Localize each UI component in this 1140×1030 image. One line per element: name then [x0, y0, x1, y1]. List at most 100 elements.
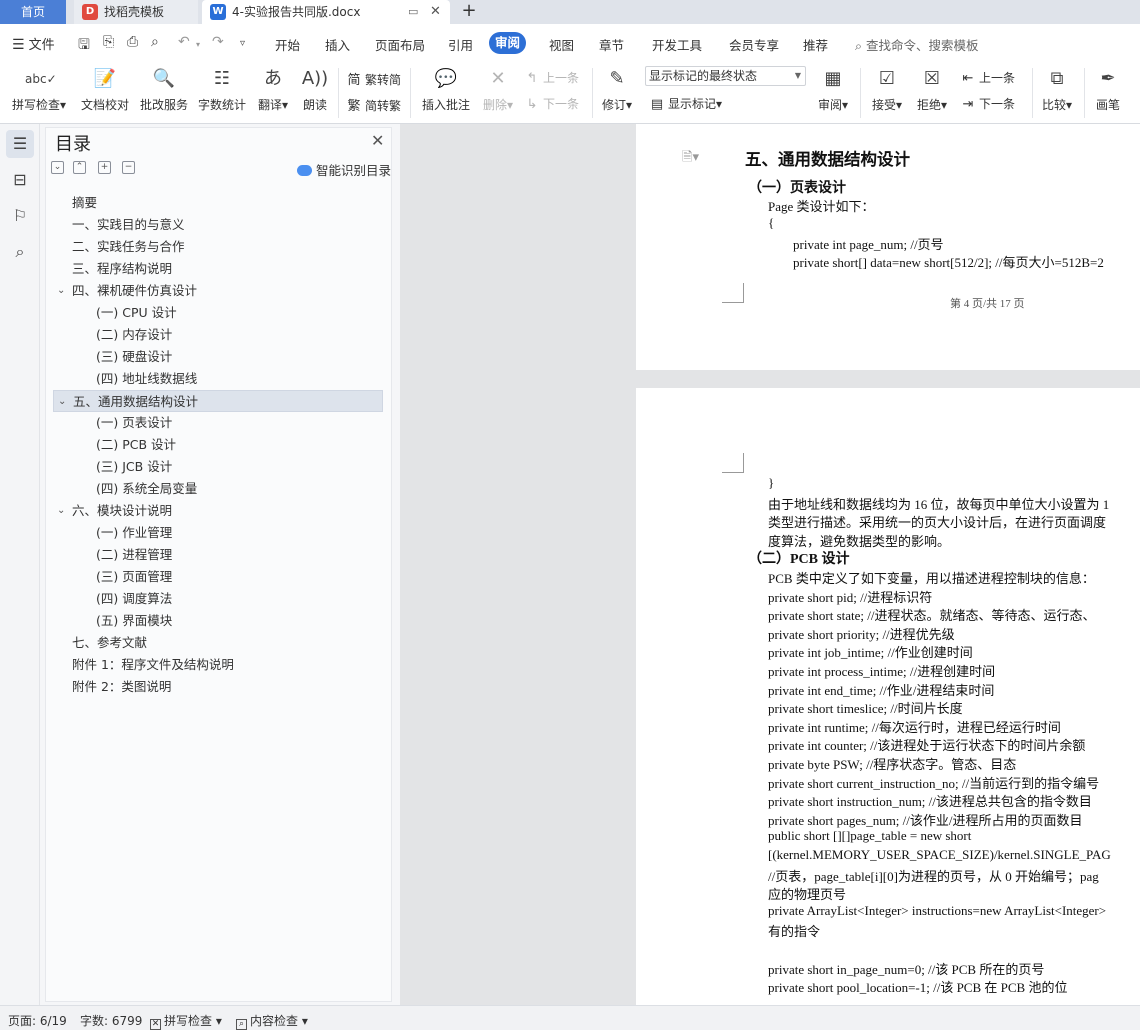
toc-item[interactable]: (三) JCB 设计	[53, 456, 383, 478]
toc-item[interactable]: (一) 作业管理	[53, 522, 383, 544]
collapse-all-icon[interactable]: ⌄	[51, 161, 64, 174]
undo-dropdown-icon[interactable]: ▾	[196, 40, 200, 49]
reject-button[interactable]: ☒ 拒绝▾	[913, 66, 951, 113]
status-content-check[interactable]: ⌕ 内容检查 ▾	[236, 1012, 308, 1030]
menu-tab-view[interactable]: 视图	[549, 35, 574, 54]
toc-item[interactable]: (四) 系统全局变量	[53, 478, 383, 500]
ribbon-separator	[338, 68, 339, 118]
doc-line: private short[] data=new short[512/2]; /…	[793, 255, 1104, 270]
menu-tab-insert[interactable]: 插入	[325, 35, 350, 54]
next-comment-button[interactable]: ↳ 下一条	[524, 95, 579, 112]
quick-access-dropdown-icon[interactable]: ▿	[240, 38, 245, 49]
tab-home[interactable]: 首页	[0, 0, 66, 24]
trad-to-simp-label: 繁转简	[365, 73, 402, 87]
spell-check-label: 拼写检查	[11, 98, 60, 112]
toc-item[interactable]: (二) 内存设计	[53, 324, 383, 346]
word-count-indicator[interactable]: 字数: 6799	[80, 1012, 142, 1029]
add-heading-icon[interactable]: +	[98, 161, 111, 174]
toc-item[interactable]: 三、程序结构说明	[53, 258, 383, 280]
menu-tab-section[interactable]: 章节	[599, 35, 624, 54]
prev-change-button[interactable]: ⇤ 上一条	[960, 69, 1015, 86]
review-pane-button[interactable]: ▦ 审阅▾	[814, 66, 852, 113]
smart-toc-button[interactable]: 智能识别目录	[297, 160, 391, 179]
toc-item[interactable]: ⌄ 六、模块设计说明	[53, 500, 383, 522]
read-aloud-button[interactable]: A)) 朗读	[298, 66, 332, 113]
accept-button[interactable]: ☑ 接受▾	[868, 66, 906, 113]
toc-item[interactable]: (四) 调度算法	[53, 588, 383, 610]
toc-item[interactable]: 摘要	[53, 192, 383, 214]
pen-button[interactable]: ✒ 画笔	[1092, 66, 1124, 113]
doc-line: private short pages_num; //该作业/进程所占用的页面数…	[768, 813, 1083, 828]
search-icon[interactable]: ⌕	[6, 238, 34, 266]
toc-panel-icon[interactable]: ☰	[6, 130, 34, 158]
spell-check-button[interactable]: abc✓ 拼写检查▾	[8, 66, 70, 113]
toc-item[interactable]: 附件 2：类图说明	[53, 676, 383, 698]
compare-button[interactable]: ⧉ 比较▾	[1038, 66, 1076, 113]
menu-tab-review[interactable]: 审阅	[489, 32, 527, 54]
menu-tab-member[interactable]: 会员专享	[729, 35, 779, 54]
toc-item[interactable]: (二) PCB 设计	[53, 434, 383, 456]
toc-item[interactable]: 附件 1：程序文件及结构说明	[53, 654, 383, 676]
toc-list: 摘要 一、实践目的与意义 二、实践任务与合作 三、程序结构说明 ⌄ 四、裸机硬件仿真设计 (…	[53, 192, 383, 698]
doc-line: [(kernel.MEMORY_USER_SPACE_SIZE)/kernel.…	[768, 847, 1111, 862]
menu-tab-start[interactable]: 开始	[275, 35, 300, 54]
tab-window-icon[interactable]: ▭	[408, 0, 418, 24]
toc-item[interactable]: 一、实践目的与意义	[53, 214, 383, 236]
chevron-down-icon[interactable]: ⌄	[57, 500, 65, 522]
menu-tab-recommend[interactable]: 推荐	[803, 35, 828, 54]
toc-item[interactable]: ⌄ 四、裸机硬件仿真设计	[53, 280, 383, 302]
expand-up-icon[interactable]: ⌃	[73, 161, 86, 174]
undo-icon[interactable]: ↶	[178, 34, 190, 50]
toc-item[interactable]: 七、参考文献	[53, 632, 383, 654]
simp-to-trad-button[interactable]: 繁简转繁	[346, 95, 401, 114]
toc-item[interactable]: (三) 页面管理	[53, 566, 383, 588]
menu-tab-references[interactable]: 引用	[448, 35, 473, 54]
toc-item[interactable]: (一) CPU 设计	[53, 302, 383, 324]
status-spell-check[interactable]: ✕ 拼写检查 ▾	[150, 1012, 222, 1030]
insert-comment-button[interactable]: 💬 插入批注	[418, 66, 474, 113]
tab-bar: 首页 D 找稻壳模板 W 4-实验报告共同版.docx ▭ ✕ +	[0, 0, 1140, 24]
translate-button[interactable]: あ 翻译▾	[253, 66, 293, 113]
tab-close-icon[interactable]: ✕	[430, 0, 441, 24]
comment-delete-icon: ✕	[490, 68, 506, 89]
chapter-nav-icon[interactable]: ⊟	[6, 166, 34, 194]
markup-mode-select[interactable]: 显示标记的最终状态 ▼	[645, 66, 806, 86]
trad-to-simp-button[interactable]: 简繁转简	[346, 69, 401, 88]
paragraph-menu-icon[interactable]: 🗎▾	[682, 148, 699, 170]
doc-proofread-button[interactable]: 📝 文档校对	[76, 66, 134, 113]
next-change-button[interactable]: ⇥ 下一条	[960, 95, 1015, 112]
command-search[interactable]: ⌕ 查找命令、搜索模板	[855, 35, 979, 54]
close-icon[interactable]: ✕	[371, 131, 384, 150]
print-preview-icon[interactable]: ⌕	[151, 34, 159, 50]
menu-tab-developer[interactable]: 开发工具	[652, 35, 702, 54]
toc-item[interactable]: (三) 硬盘设计	[53, 346, 383, 368]
page-indicator[interactable]: 页面: 6/19	[8, 1012, 67, 1029]
remove-heading-icon[interactable]: −	[122, 161, 135, 174]
redo-icon[interactable]: ↷	[212, 34, 224, 50]
toc-item[interactable]: (四) 地址线数据线	[53, 368, 383, 390]
new-tab-button[interactable]: +	[458, 0, 480, 24]
tab-templates[interactable]: D 找稻壳模板	[74, 0, 198, 24]
doc-line: 应的物理页号	[768, 887, 847, 902]
chevron-down-icon[interactable]: ⌄	[58, 391, 66, 413]
batch-service-button[interactable]: 🔍 批改服务	[136, 66, 192, 113]
menu-tab-layout[interactable]: 页面布局	[375, 35, 425, 54]
bookmark-icon[interactable]: ⚐	[6, 202, 34, 230]
prev-comment-button[interactable]: ↰ 上一条	[524, 69, 579, 86]
toc-item[interactable]: (五) 界面模块	[53, 610, 383, 632]
toc-item[interactable]: (一) 页表设计	[53, 412, 383, 434]
file-menu[interactable]: ☰ 文件	[12, 34, 55, 53]
print-icon[interactable]: ⎙	[127, 34, 138, 50]
tab-document[interactable]: W 4-实验报告共同版.docx ▭ ✕	[202, 0, 450, 24]
export-pdf-icon[interactable]: ⎘	[103, 34, 114, 50]
word-count-button[interactable]: ☷ 字数统计	[195, 66, 249, 113]
delete-comment-button[interactable]: ✕ 删除▾	[478, 66, 518, 113]
track-changes-button[interactable]: ✎ 修订▾	[598, 66, 636, 113]
show-markup-button[interactable]: ▤ 显示标记▾	[649, 95, 722, 112]
save-icon[interactable]: 🖫	[78, 34, 90, 58]
toc-item[interactable]: 二、实践任务与合作	[53, 236, 383, 258]
toc-item[interactable]: (二) 进程管理	[53, 544, 383, 566]
toc-item[interactable]: ⌄ 五、通用数据结构设计	[53, 390, 383, 412]
doc-line: public short [][]page_table = new short	[768, 828, 972, 843]
chevron-down-icon[interactable]: ⌄	[57, 280, 65, 302]
